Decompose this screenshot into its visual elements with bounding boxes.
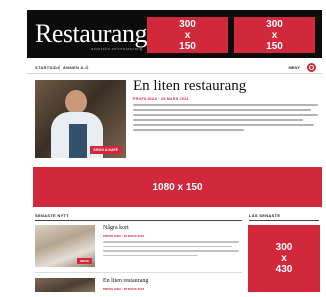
ad-placeholder-side[interactable]: 300 x 430 xyxy=(248,225,320,292)
text-line xyxy=(103,250,239,252)
section-title-latest: SENASTE NYTT xyxy=(35,213,70,218)
ad-placeholder-top-1[interactable]: 300 x 150 xyxy=(147,17,228,53)
article-thumbnail[interactable]: KROG xyxy=(35,225,95,267)
text-line xyxy=(133,119,304,121)
text-line xyxy=(103,245,233,247)
ad-size-width: 300 xyxy=(179,18,196,30)
section-title-read: LÄS SENASTE xyxy=(249,213,281,218)
text-line xyxy=(133,114,318,116)
hero-meta: PROFILSIDA · 28 MARS 2024 xyxy=(133,97,189,101)
ad-size-x: x xyxy=(281,253,287,264)
hero-image[interactable]: KROG & KAFÉ xyxy=(35,80,126,158)
hero-body-text xyxy=(133,104,318,134)
hero-category-badge[interactable]: KROG & KAFÉ xyxy=(89,146,122,154)
article-meta: PROFILSIDA · 28 MARS 2024 xyxy=(103,287,145,291)
nav-item-topics[interactable]: ÄMNEN A-Ö xyxy=(63,65,89,70)
nav-separator xyxy=(59,65,60,70)
menu-button[interactable]: MENY xyxy=(288,65,300,70)
site-logo[interactable]: Restaurang xyxy=(35,21,147,47)
site-logo-subtitle: arbetsliv.se/restaurang xyxy=(91,46,143,51)
ad-placeholder-top-2[interactable]: 300 x 150 xyxy=(234,17,315,53)
text-line xyxy=(133,104,318,106)
ad-size-width: 300 xyxy=(275,242,293,253)
article-headline[interactable]: En liten restaurang xyxy=(103,278,148,284)
text-line xyxy=(133,109,311,111)
ad-size-x: x xyxy=(271,29,278,41)
text-line xyxy=(133,124,315,126)
article-excerpt xyxy=(103,241,239,259)
masthead: Restaurang arbetsliv.se/restaurang 300 x… xyxy=(27,10,322,58)
article-meta: PROFILSIDA · 28 MARS 2024 xyxy=(103,234,145,238)
ad-size-x: x xyxy=(184,29,191,41)
article-thumbnail[interactable] xyxy=(35,278,95,292)
article-category-badge[interactable]: KROG xyxy=(77,258,92,264)
nav-item-start[interactable]: STARTSIDA xyxy=(35,65,60,70)
text-line xyxy=(103,241,239,243)
section-divider xyxy=(249,220,319,221)
text-line xyxy=(103,254,199,256)
chef-apron-shape xyxy=(69,124,87,158)
chef-head-shape xyxy=(65,90,87,114)
ad-size-height: 150 xyxy=(179,40,196,52)
article-page: Restaurang arbetsliv.se/restaurang 300 x… xyxy=(27,10,322,292)
search-icon[interactable] xyxy=(307,63,316,72)
hero-headline[interactable]: En liten restaurang xyxy=(133,78,246,95)
article-headline[interactable]: Några kort xyxy=(103,225,129,231)
ad-size-height: 150 xyxy=(266,40,283,52)
ad-size-height: 430 xyxy=(275,264,293,275)
section-divider xyxy=(35,220,242,221)
main-navigation: STARTSIDA ÄMNEN A-Ö MENY xyxy=(27,62,322,74)
article-divider xyxy=(35,272,242,273)
ad-placeholder-wide[interactable]: 1080 x 150 xyxy=(33,167,322,207)
ad-size-width: 300 xyxy=(266,18,283,30)
text-line xyxy=(133,129,244,131)
